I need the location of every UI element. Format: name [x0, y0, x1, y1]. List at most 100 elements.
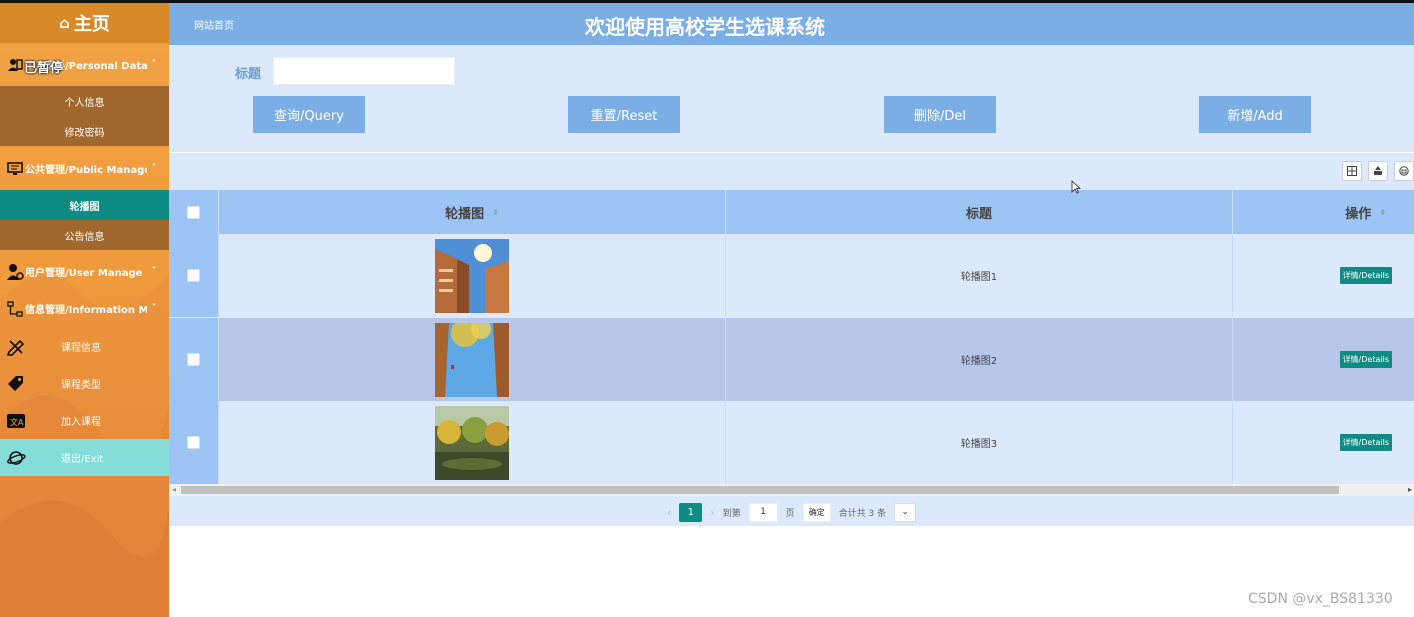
sidebar-group-info[interactable]: 信息管理/Information Manage ˅ — [0, 291, 169, 326]
row-select-cell — [169, 234, 219, 317]
chevron-down-icon: ⌄ — [901, 507, 909, 517]
delete-button[interactable]: 删除/Del — [884, 96, 996, 133]
title-cell: 轮播图2 — [726, 318, 1233, 401]
sidebar-item-label: 课程类型 — [61, 380, 101, 391]
watermark: CSDN @vx_BS81330 — [1248, 591, 1393, 607]
print-icon[interactable] — [1394, 161, 1414, 181]
sidebar-item-personal-info[interactable]: 个人信息 — [0, 86, 169, 116]
chevron-down-icon: ˅ — [151, 303, 157, 314]
page-suffix: 页 — [785, 508, 795, 519]
chevron-up-icon: ˄ — [151, 59, 157, 70]
carousel-image — [435, 405, 509, 480]
prev-page-icon[interactable]: ‹ — [667, 506, 671, 519]
reset-button[interactable]: 重置/Reset — [568, 96, 680, 133]
image-cell — [219, 234, 726, 317]
row-checkbox[interactable] — [187, 436, 200, 449]
row-checkbox[interactable] — [187, 269, 200, 282]
sidebar-item-exit[interactable]: 退出/Exit — [0, 439, 169, 476]
table-header: 轮播图 ⬍ 标题 操作 ⬍ — [169, 190, 1414, 234]
goto-page-input[interactable]: 1 — [748, 502, 778, 522]
sidebar-group-label: 用户管理/User Manage — [25, 268, 143, 279]
image-cell — [219, 401, 726, 484]
column-header-label: 标题 — [965, 206, 992, 222]
goto-label: 到第 — [722, 508, 741, 519]
home-label: 主页 — [73, 14, 110, 35]
sidebar-item-label: 课程信息 — [61, 343, 101, 354]
user-gear-icon — [5, 262, 25, 282]
sidebar-item-announcements[interactable]: 公告信息 — [0, 220, 169, 250]
breadcrumb[interactable]: 网站首页 — [194, 17, 234, 32]
ops-cell: 详情/Details — [1233, 401, 1414, 484]
sidebar-item-join-course[interactable]: 文A 加入课程 — [0, 402, 169, 439]
row-checkbox[interactable] — [187, 353, 200, 366]
select-all-cell — [169, 190, 219, 234]
sidebar-item-label: 轮播图 — [69, 201, 100, 213]
title-cell: 轮播图3 — [726, 401, 1233, 484]
scrollbar-thumb[interactable] — [181, 486, 1339, 494]
sidebar-group-users[interactable]: 用户管理/User Manage ˅ — [0, 254, 169, 289]
scroll-left-icon[interactable]: ◂ — [172, 485, 176, 494]
column-header-label: 轮播图 — [445, 206, 485, 222]
chevron-down-icon: ˅ — [151, 266, 157, 277]
scroll-right-icon[interactable]: ▸ — [1408, 485, 1412, 494]
table-panel: 轮播图 ⬍ 标题 操作 ⬍ 轮播图1 详情/Details 轮播图2 详情/De… — [169, 153, 1414, 526]
table-row: 轮播图1 详情/Details — [169, 234, 1414, 317]
table-row: 轮播图2 详情/Details — [169, 318, 1414, 401]
table-toolbar — [1342, 161, 1414, 181]
table-row: 轮播图3 详情/Details — [169, 401, 1414, 484]
details-button[interactable]: 详情/Details — [1339, 267, 1392, 284]
chevron-up-icon: ˄ — [151, 163, 157, 174]
next-page-icon[interactable]: › — [710, 506, 714, 519]
page-size-select[interactable]: ⌄ — [894, 502, 917, 522]
sidebar-home[interactable]: ⌂ 主页 — [0, 3, 169, 43]
paused-overlay: 已暂停 — [24, 61, 64, 76]
goto-confirm-button[interactable]: 确定 — [802, 502, 831, 522]
horizontal-scrollbar[interactable]: ◂ ▸ — [169, 484, 1414, 496]
sidebar-item-carousel[interactable]: 轮播图 — [0, 190, 169, 220]
ops-cell: 详情/Details — [1233, 318, 1414, 401]
sort-icon[interactable]: ⬍ — [1379, 208, 1386, 217]
title-cell: 轮播图1 — [726, 234, 1233, 317]
ops-cell: 详情/Details — [1233, 234, 1414, 317]
column-header-label: 操作 — [1345, 206, 1372, 222]
sidebar-item-label: 公告信息 — [64, 231, 105, 243]
sidebar-group-public[interactable]: 公共管理/Public Manage ˄ — [0, 151, 169, 186]
search-title-label: 标题 — [235, 67, 262, 82]
sidebar-item-course-info[interactable]: 课程信息 — [0, 328, 169, 365]
sidebar-item-label: 修改密码 — [64, 127, 105, 139]
export-icon[interactable] — [1368, 161, 1388, 181]
sidebar-item-label: 加入课程 — [61, 417, 101, 428]
sidebar-group-label: 公共管理/Public Manage — [25, 165, 147, 176]
carousel-image — [435, 322, 509, 397]
translate-icon: 文A — [5, 410, 27, 432]
current-page[interactable]: 1 — [679, 502, 703, 522]
sort-icon[interactable]: ⬍ — [492, 208, 499, 217]
home-icon: ⌂ — [59, 14, 70, 32]
search-panel: 标题 查询/Query 重置/Reset 删除/Del 新增/Add — [169, 45, 1414, 152]
sidebar-item-label: 退出/Exit — [61, 454, 104, 465]
image-cell — [219, 318, 726, 401]
carousel-image — [435, 238, 509, 313]
monitor-icon — [5, 159, 25, 179]
sidebar-item-label: 个人信息 — [64, 97, 105, 109]
sidebar-item-course-type[interactable]: 课程类型 — [0, 365, 169, 402]
query-button[interactable]: 查询/Query — [253, 96, 365, 133]
column-header-ops[interactable]: 操作 ⬍ — [1233, 190, 1414, 234]
select-all-checkbox[interactable] — [187, 205, 200, 219]
org-chart-icon — [5, 299, 25, 319]
sidebar-item-change-password[interactable]: 修改密码 — [0, 116, 169, 146]
column-icon[interactable] — [1342, 161, 1362, 181]
planet-icon — [5, 447, 27, 469]
details-button[interactable]: 详情/Details — [1339, 351, 1392, 368]
details-button[interactable]: 详情/Details — [1339, 434, 1392, 451]
column-header-image[interactable]: 轮播图 ⬍ — [219, 190, 726, 234]
tags-icon — [5, 373, 27, 395]
mouse-cursor-icon — [1071, 180, 1081, 194]
pagination: ‹ 1 › 到第 1 页 确定 合计共 3 条 ⌄ — [169, 500, 1414, 524]
total-count: 合计共 3 条 — [838, 508, 887, 519]
add-button[interactable]: 新增/Add — [1199, 96, 1311, 133]
column-header-title: 标题 — [726, 190, 1233, 234]
svg-text:文A: 文A — [10, 417, 24, 427]
search-title-input[interactable] — [273, 57, 455, 85]
row-select-cell — [169, 318, 219, 401]
